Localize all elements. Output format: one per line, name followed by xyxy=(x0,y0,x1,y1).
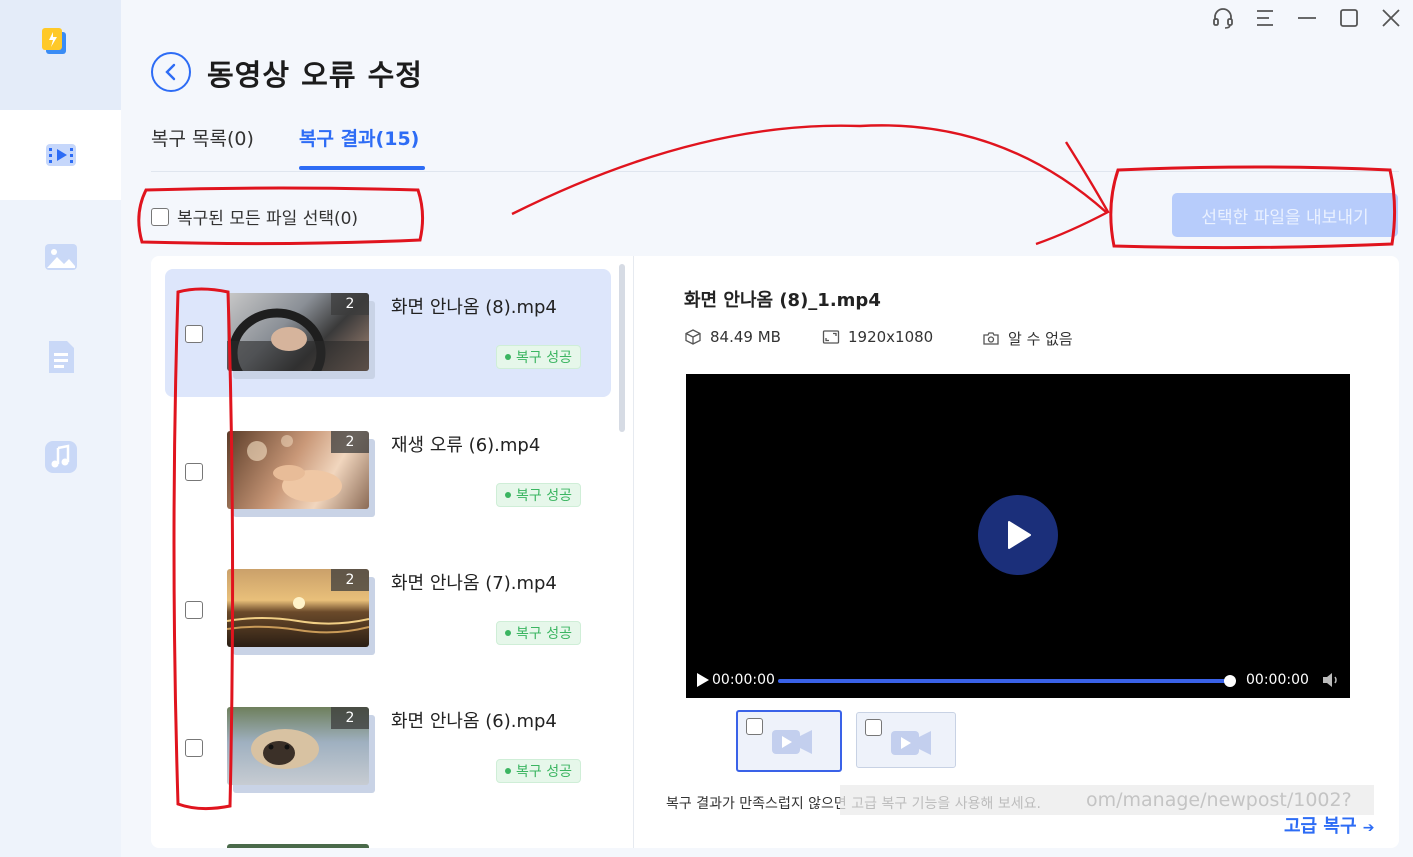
watermark-overlay: om/manage/newpost/1002? xyxy=(840,785,1374,815)
minimize-icon xyxy=(1298,17,1316,19)
segment-count-badge: 2 xyxy=(331,569,369,591)
segment-checkbox[interactable] xyxy=(865,719,882,736)
back-button[interactable] xyxy=(151,52,191,92)
sidebar-item-audio[interactable] xyxy=(0,412,121,502)
item-name: 재생 오류 (6).mp4 xyxy=(391,435,541,456)
progress-bar[interactable] xyxy=(778,679,1230,683)
tab-recovery-list[interactable]: 복구 목록(0) xyxy=(151,124,254,151)
image-icon xyxy=(44,244,77,270)
select-all[interactable]: 복구된 모든 파일 선택(0) xyxy=(151,204,358,229)
thumbnail: 2 xyxy=(227,707,375,793)
item-checkbox[interactable] xyxy=(185,463,203,481)
thumbnail: 2 xyxy=(227,293,375,379)
status-badge: 복구 성공 xyxy=(496,759,581,783)
item-name: 화면 안나옴 (8).mp4 xyxy=(391,297,557,318)
chevron-left-icon xyxy=(165,63,176,81)
active-tab-indicator xyxy=(299,166,425,170)
list-item[interactable]: 2 화면 안나옴 (6).mp4 복구 성공 xyxy=(165,683,611,811)
maximize-button[interactable] xyxy=(1335,6,1363,30)
tab-bar: 복구 목록(0) 복구 결과(15) xyxy=(151,120,1399,172)
window-controls xyxy=(1209,6,1405,30)
advanced-repair-link[interactable]: 고급 복구 ➔ xyxy=(1284,812,1375,838)
status-badge: 복구 성공 xyxy=(496,345,581,369)
sidebar xyxy=(0,0,121,857)
segment-thumbnail-1[interactable] xyxy=(736,710,842,772)
minimize-button[interactable] xyxy=(1293,6,1321,30)
menu-button[interactable] xyxy=(1251,6,1279,30)
segment-count-badge: 2 xyxy=(331,707,369,729)
segment-thumbnail-2[interactable] xyxy=(856,712,956,768)
item-checkbox[interactable] xyxy=(185,739,203,757)
segment-count-badge: 2 xyxy=(331,293,369,315)
thumbnail: 2 xyxy=(227,569,375,655)
item-checkbox[interactable] xyxy=(185,601,203,619)
play-small-icon[interactable] xyxy=(696,672,710,688)
app-logo-icon xyxy=(42,28,66,54)
close-button[interactable] xyxy=(1377,6,1405,30)
music-icon xyxy=(44,441,77,473)
item-name: 화면 안나옴 (6).mp4 xyxy=(391,711,557,732)
video-controls: 00:00:00 00:00:00 xyxy=(686,666,1350,694)
progress-knob[interactable] xyxy=(1224,675,1236,687)
document-icon xyxy=(48,341,74,373)
segment-checkbox[interactable] xyxy=(746,718,763,735)
video-camera-icon xyxy=(772,730,812,754)
box-icon xyxy=(685,329,701,345)
total-time: 00:00:00 xyxy=(1246,672,1309,688)
video-player[interactable]: 00:00:00 00:00:00 xyxy=(686,374,1350,698)
video-icon xyxy=(45,144,76,166)
video-camera-icon xyxy=(891,731,931,755)
menu-icon xyxy=(1257,10,1273,26)
headset-icon xyxy=(1213,8,1233,29)
file-size: 84.49 MB xyxy=(684,328,781,346)
export-selected-button[interactable]: 선택한 파일을 내보내기 xyxy=(1172,193,1398,237)
list-item[interactable]: 2 재생 오류 (6).mp4 복구 성공 xyxy=(165,407,611,535)
play-button[interactable] xyxy=(978,495,1058,575)
current-time: 00:00:00 xyxy=(712,672,775,688)
status-badge: 복구 성공 xyxy=(496,483,581,507)
result-list: 2 화면 안나옴 (8).mp4 복구 성공 2 재생 오류 (6).mp4 복… xyxy=(151,256,633,848)
close-icon xyxy=(1382,9,1400,27)
list-item[interactable]: 2 화면 안나옴 (7).mp4 복구 성공 xyxy=(165,545,611,673)
sidebar-item-photo[interactable] xyxy=(0,212,121,302)
support-button[interactable] xyxy=(1209,6,1237,30)
resolution-icon xyxy=(822,330,840,344)
sidebar-item-document[interactable] xyxy=(0,312,121,402)
camera-icon xyxy=(983,331,999,345)
camera-info: 알 수 없음 xyxy=(982,328,1073,349)
resolution: 1920x1080 xyxy=(822,328,933,346)
list-item[interactable]: 2 화면 안나옴 (8).mp4 복구 성공 xyxy=(165,269,611,397)
list-scrollbar[interactable] xyxy=(619,264,625,432)
preview-panel: 화면 안나옴 (8)_1.mp4 84.49 MB 1920x1080 알 수 … xyxy=(633,256,1399,848)
sidebar-item-video[interactable] xyxy=(0,110,121,200)
logo-area xyxy=(0,0,121,110)
maximize-icon xyxy=(1340,9,1358,27)
segment-count-badge: 2 xyxy=(331,431,369,453)
select-all-checkbox[interactable] xyxy=(151,207,169,226)
play-icon xyxy=(1008,521,1031,549)
list-item-partial-thumbnail xyxy=(227,844,369,848)
thumbnail: 2 xyxy=(227,431,375,517)
tab-recovery-results[interactable]: 복구 결과(15) xyxy=(299,124,419,151)
preview-title: 화면 안나옴 (8)_1.mp4 xyxy=(684,290,881,311)
volume-icon[interactable] xyxy=(1322,672,1340,688)
select-all-label: 복구된 모든 파일 선택(0) xyxy=(177,209,359,229)
item-checkbox[interactable] xyxy=(185,325,203,343)
item-name: 화면 안나옴 (7).mp4 xyxy=(391,573,557,594)
status-badge: 복구 성공 xyxy=(496,621,581,645)
page-title: 동영상 오류 수정 xyxy=(207,58,423,92)
